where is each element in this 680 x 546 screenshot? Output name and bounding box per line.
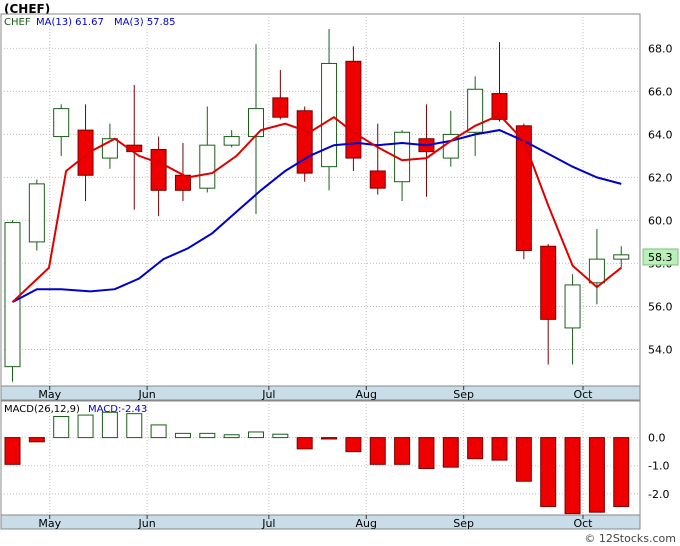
macd-bar-negative	[613, 437, 630, 508]
price-month-label: Jul	[261, 388, 275, 401]
price-tick-label: 62.0	[648, 171, 673, 184]
price-month-label: May	[38, 388, 61, 401]
macd-bar-negative	[418, 437, 435, 470]
macd-bar-negative	[394, 437, 411, 465]
candle-down	[150, 148, 167, 191]
stock-chart: (CHEF) 54.056.058.060.062.064.066.068.0 …	[0, 2, 679, 545]
candle-up	[564, 284, 581, 329]
macd-tick-label: -2.0	[648, 488, 669, 501]
macd-date-axis	[0, 514, 641, 530]
macd-bar-negative	[4, 437, 21, 465]
candle-down	[540, 245, 557, 320]
candle-up	[4, 222, 21, 368]
price-month-label: Jun	[138, 388, 156, 401]
macd-month-label: Jun	[138, 517, 156, 530]
macd-bar-positive	[174, 432, 191, 439]
macd-month-label: Oct	[573, 517, 593, 530]
macd-legend-name: MACD(26,12,9)	[4, 404, 80, 415]
macd-bar-negative	[321, 437, 338, 440]
candle-down	[296, 110, 313, 174]
price-legend: CHEF MA(13) 61.67 MA(3) 57.85	[4, 17, 175, 28]
candle-down	[77, 129, 94, 176]
price-tick-label: 54.0	[648, 343, 673, 356]
macd-tick-label: -1.0	[648, 460, 669, 473]
last-price-marker: 58.3	[642, 248, 679, 266]
macd-bar-negative	[540, 437, 557, 508]
macd-month-label: May	[38, 517, 61, 530]
macd-tick-label: 0.0	[648, 432, 666, 445]
legend-ma3: MA(3) 57.85	[114, 17, 175, 28]
macd-bar-positive	[77, 414, 94, 439]
price-tick-label: 68.0	[648, 42, 673, 55]
macd-bar-negative	[588, 437, 605, 513]
candle-up	[53, 108, 70, 138]
macd-month-label: Aug	[356, 517, 377, 530]
macd-bar-negative	[28, 437, 45, 443]
candle-down	[369, 170, 386, 189]
candle-up	[588, 258, 605, 284]
macd-bar-positive	[126, 413, 143, 439]
macd-month-label: Sep	[453, 517, 474, 530]
candle-down	[272, 97, 289, 118]
candle-up	[248, 108, 264, 138]
price-tick-label: 56.0	[648, 300, 673, 313]
price-tick-label: 60.0	[648, 214, 673, 227]
macd-bar-negative	[564, 437, 581, 515]
macd-y-axis: 0.0 -1.0 -2.0	[648, 432, 669, 501]
price-y-axis: 54.056.058.060.062.064.066.068.0	[648, 42, 673, 356]
legend-symbol: CHEF	[4, 17, 31, 28]
price-date-axis	[0, 385, 641, 401]
macd-bar-negative	[296, 437, 313, 450]
macd-bar-positive	[199, 432, 216, 439]
macd-bar-positive	[272, 433, 289, 439]
macd-bar-positive	[223, 434, 240, 439]
candle-up	[613, 254, 630, 260]
macd-month-label: Jul	[261, 517, 275, 530]
candle-up	[199, 144, 216, 189]
macd-bar-negative	[515, 437, 532, 482]
macd-bar-positive	[101, 411, 118, 439]
price-month-label: Aug	[356, 388, 377, 401]
candle-up	[223, 136, 240, 146]
candle-up	[321, 62, 338, 168]
price-tick-label: 64.0	[648, 128, 673, 141]
price-month-label: Sep	[453, 388, 474, 401]
macd-bar-negative	[442, 437, 459, 468]
macd-legend: MACD(26,12,9) MACD:-2.43	[4, 404, 147, 415]
macd-bar-positive	[150, 424, 167, 439]
macd-bar-negative	[491, 437, 508, 461]
candle-up	[28, 183, 45, 243]
macd-legend-value: MACD:-2.43	[88, 404, 147, 415]
last-price-label: 58.3	[648, 251, 673, 264]
price-panel	[0, 13, 641, 387]
macd-bar-negative	[467, 437, 484, 460]
macd-bar-positive	[248, 431, 264, 439]
legend-ma13: MA(13) 61.67	[36, 17, 104, 28]
price-month-label: Oct	[573, 388, 593, 401]
macd-bar-positive	[53, 415, 70, 439]
price-tick-label: 66.0	[648, 85, 673, 98]
macd-bar-negative	[369, 437, 386, 465]
footer-credit: © 12Stocks.com	[584, 532, 676, 545]
macd-bar-negative	[345, 437, 362, 453]
